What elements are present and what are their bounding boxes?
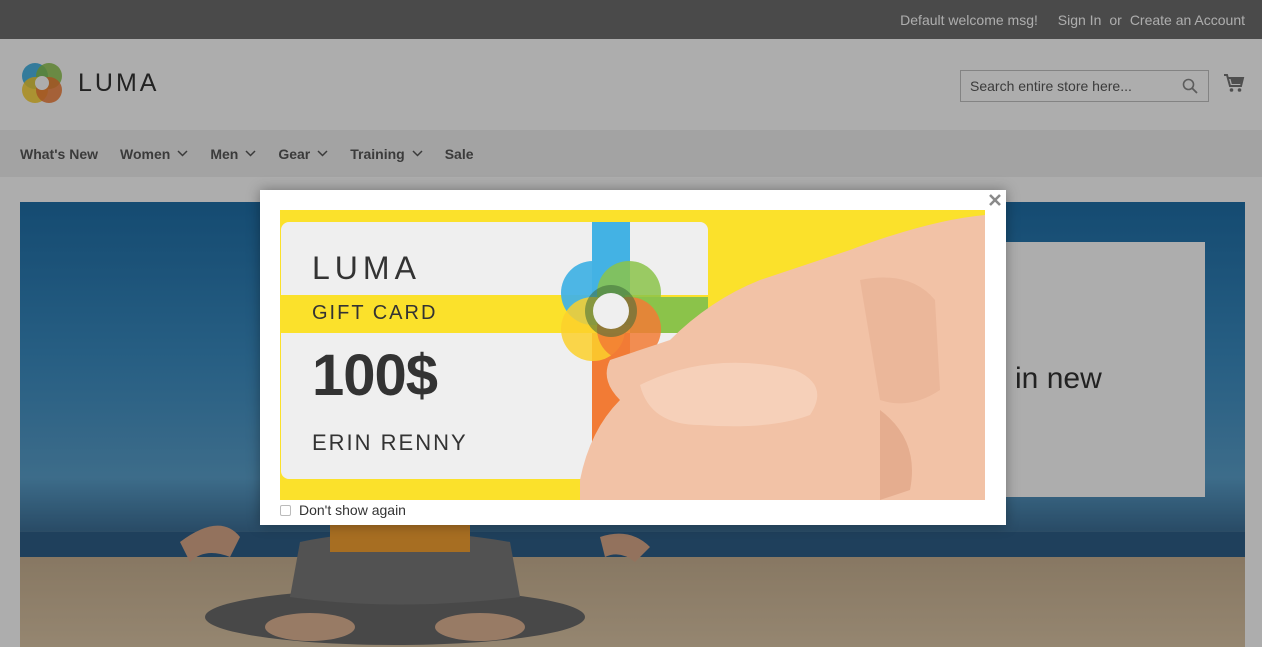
card-amount: 100$: [312, 343, 438, 408]
card-holder-name: ERIN RENNY: [312, 430, 468, 455]
gift-card-popup: LUMA GIFT CARD 100$ ERIN RENNY Don't sho…: [260, 190, 1006, 525]
dont-show-again[interactable]: Don't show again: [280, 502, 406, 518]
hand-image: [580, 215, 985, 500]
card-type: GIFT CARD: [312, 302, 438, 324]
dont-show-label: Don't show again: [299, 502, 406, 518]
card-brand: LUMA: [312, 250, 421, 286]
gift-card-banner[interactable]: LUMA GIFT CARD 100$ ERIN RENNY: [280, 210, 985, 500]
dont-show-checkbox[interactable]: [280, 504, 291, 516]
close-icon[interactable]: [987, 192, 1003, 208]
